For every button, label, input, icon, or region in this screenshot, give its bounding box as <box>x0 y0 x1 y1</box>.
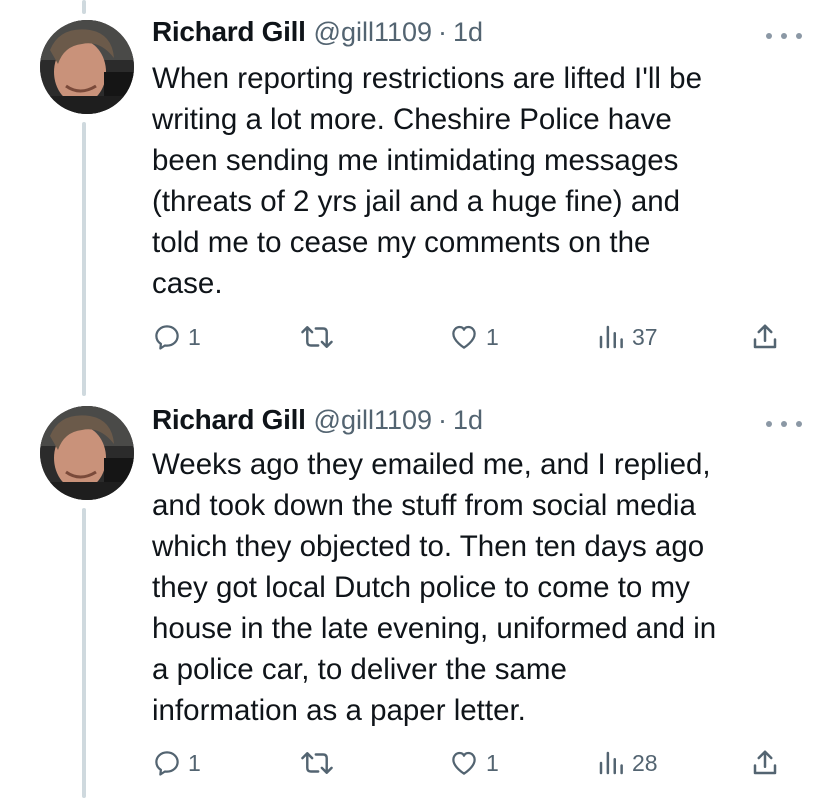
avatar[interactable] <box>40 20 134 114</box>
separator-dot: · <box>438 17 448 47</box>
reply-icon <box>155 325 179 350</box>
tweet-header: Richard Gill @gill1109 · 1d <box>152 404 483 436</box>
tweet[interactable]: Richard Gill @gill1109 · 1d Weeks ago th… <box>0 396 828 798</box>
views-chart-icon <box>599 751 623 775</box>
retweet-button[interactable] <box>300 748 340 778</box>
author-handle[interactable]: @gill1109 <box>314 405 432 436</box>
reply-button[interactable]: 1 <box>152 322 201 352</box>
reply-icon <box>155 751 179 776</box>
separator-dot: · <box>438 405 448 435</box>
more-options-icon[interactable] <box>766 414 802 434</box>
heart-icon <box>452 325 476 349</box>
avatar[interactable] <box>40 406 134 500</box>
like-button[interactable]: 1 <box>448 748 499 778</box>
share-button[interactable] <box>750 748 780 778</box>
retweet-icon <box>301 752 333 774</box>
action-bar: 1 1 37 <box>152 322 792 356</box>
timestamp[interactable]: 1d <box>453 17 483 48</box>
retweet-icon <box>301 326 333 348</box>
reply-count: 1 <box>188 323 201 350</box>
share-button[interactable] <box>750 322 780 352</box>
views-count: 28 <box>632 749 658 776</box>
reply-button[interactable]: 1 <box>152 748 201 778</box>
action-bar: 1 1 28 <box>152 748 792 782</box>
tweet-text: When reporting restrictions are lifted I… <box>152 62 702 300</box>
views-count: 37 <box>632 323 658 350</box>
avatar-image <box>40 20 134 114</box>
like-button[interactable]: 1 <box>448 322 499 352</box>
tweet[interactable]: Richard Gill @gill1109 · 1d When reporti… <box>0 0 828 395</box>
views-button[interactable]: 28 <box>596 748 658 778</box>
share-icon <box>753 750 777 775</box>
tweet-header: Richard Gill @gill1109 · 1d <box>152 16 483 48</box>
more-options-icon[interactable] <box>766 26 802 46</box>
author-handle[interactable]: @gill1109 <box>314 17 432 48</box>
timestamp[interactable]: 1d <box>453 405 483 436</box>
like-count: 1 <box>486 323 499 350</box>
heart-icon <box>452 751 476 775</box>
like-count: 1 <box>486 749 499 776</box>
views-chart-icon <box>599 325 623 349</box>
tweet-text: Weeks ago they emailed me, and I replied… <box>152 448 717 727</box>
views-button[interactable]: 37 <box>596 322 658 352</box>
retweet-button[interactable] <box>300 322 340 352</box>
author-name[interactable]: Richard Gill <box>152 404 306 436</box>
reply-count: 1 <box>188 749 201 776</box>
share-icon <box>753 324 777 349</box>
author-name[interactable]: Richard Gill <box>152 16 306 48</box>
avatar-image <box>40 406 134 500</box>
